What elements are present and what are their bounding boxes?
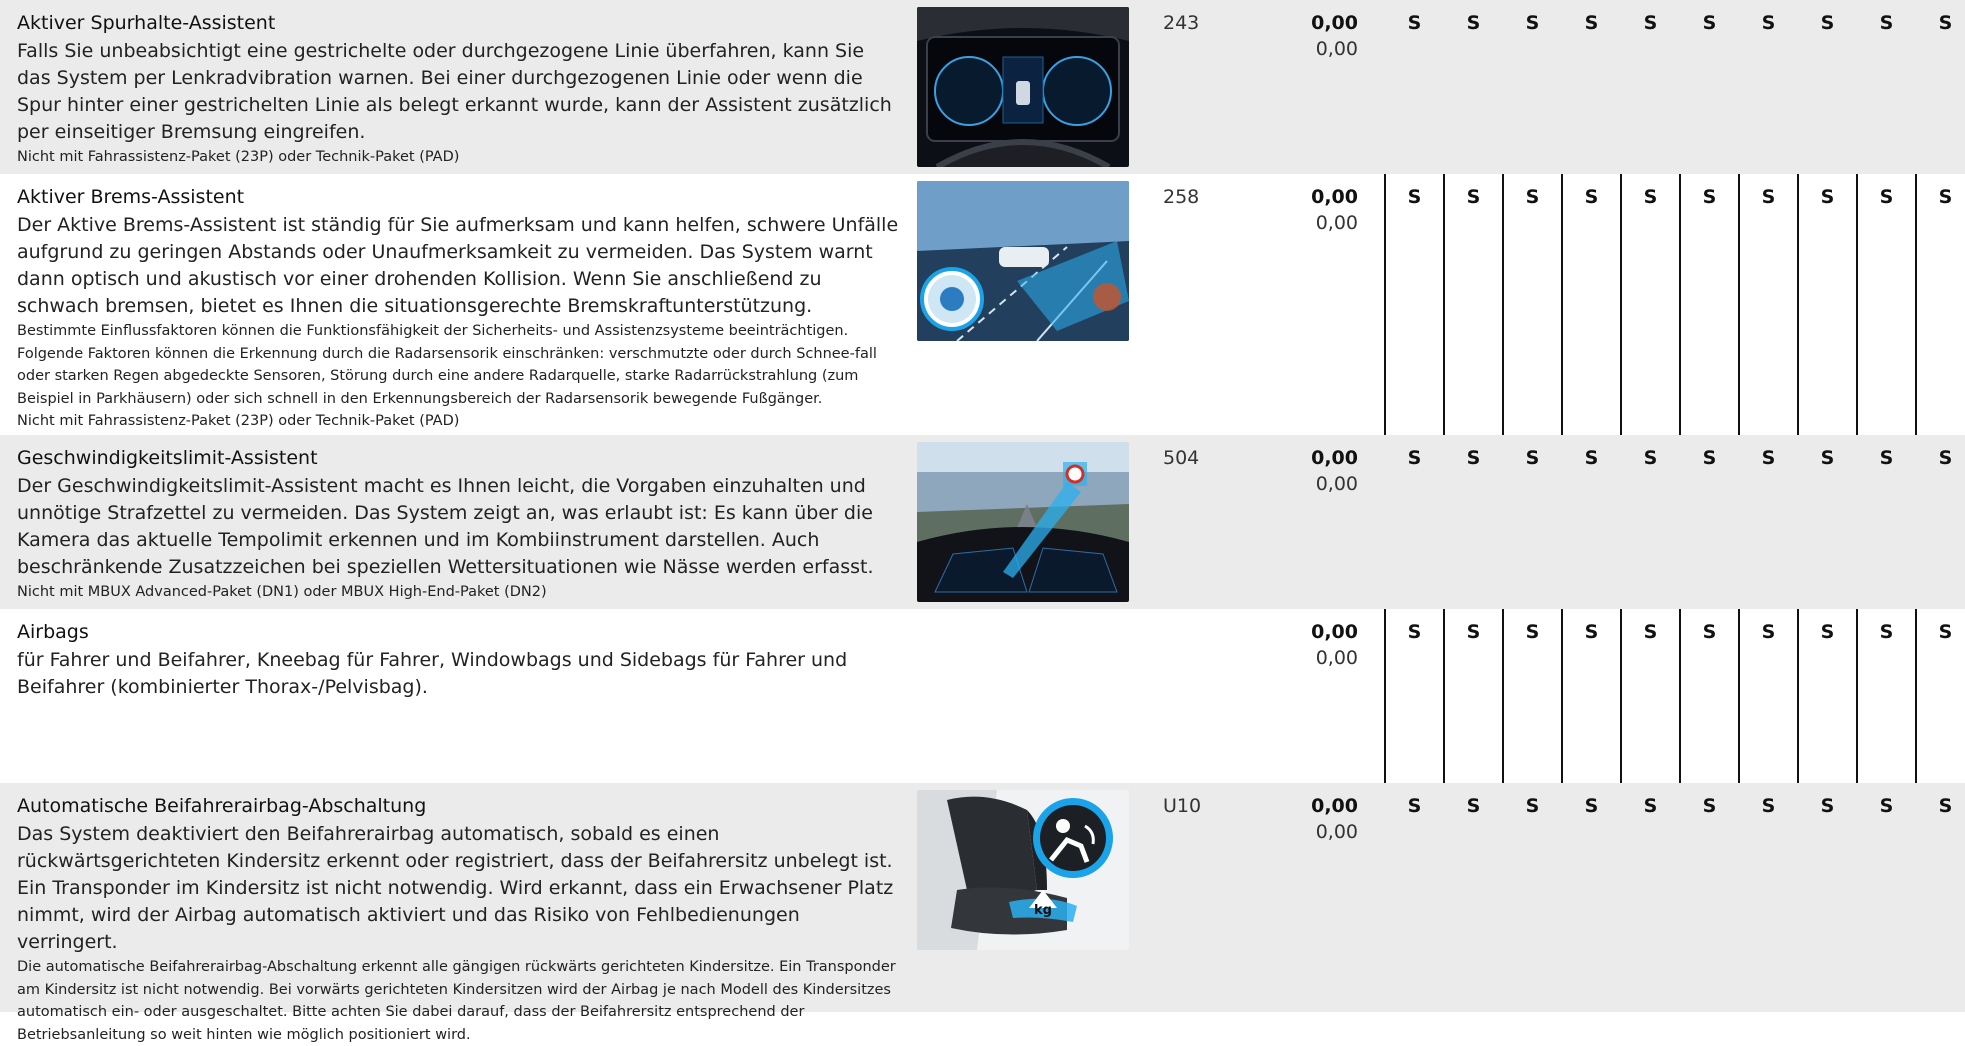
standard-mark: S (1466, 621, 1481, 643)
description-text: Das System deaktiviert den Beifahrerairb… (17, 823, 894, 953)
standard-mark: S (1584, 186, 1599, 208)
standard-mark: S (1761, 186, 1776, 208)
standard-mark: S (1761, 12, 1776, 34)
standard-mark: S (1702, 186, 1717, 208)
feature-title: Automatische Beifahrerairbag-Abschaltung (17, 795, 427, 817)
standard-mark: S (1584, 621, 1599, 643)
standard-mark: S (1820, 186, 1835, 208)
table-row: Airbags für Fahrer und Beifahrer, Kneeba… (0, 609, 1965, 783)
standard-mark: S (1820, 795, 1835, 817)
standard-mark: S (1938, 186, 1953, 208)
description-text: für Fahrer und Beifahrer, Kneebag für Fa… (17, 649, 848, 698)
standard-mark: S (1879, 447, 1894, 469)
feature-note: Die automatische Beifahrerairbag-Abschal… (17, 959, 896, 1043)
airbag-seat-image: kg (917, 790, 1129, 950)
standard-mark: S (1761, 621, 1776, 643)
price-gross: 0,00 (1315, 473, 1358, 495)
instrument-cluster-image (917, 7, 1129, 167)
standard-mark: S (1820, 621, 1835, 643)
feature-description: Der Geschwindigkeitslimit-Assistent mach… (17, 473, 902, 604)
feature-description: Der Aktive Brems-Assistent ist ständig f… (17, 212, 902, 433)
feature-note: Nicht mit MBUX Advanced-Paket (DN1) oder… (17, 584, 547, 600)
standard-mark: S (1466, 12, 1481, 34)
price-gross: 0,00 (1315, 38, 1358, 60)
description-text: Der Geschwindigkeitslimit-Assistent mach… (17, 475, 874, 578)
standard-mark: S (1702, 621, 1717, 643)
standard-mark: S (1466, 447, 1481, 469)
standard-mark: S (1702, 447, 1717, 469)
standard-mark: S (1820, 12, 1835, 34)
standard-mark: S (1466, 795, 1481, 817)
table-row: Aktiver Brems-Assistent Der Aktive Brems… (0, 174, 1965, 435)
description-text: Falls Sie unbeabsichtigt eine gestrichel… (17, 40, 892, 143)
price-gross: 0,00 (1315, 821, 1358, 843)
standard-mark: S (1525, 621, 1540, 643)
standard-mark: S (1525, 795, 1540, 817)
standard-mark: S (1584, 447, 1599, 469)
feature-title: Airbags (17, 621, 89, 643)
standard-mark: S (1643, 12, 1658, 34)
brake-assist-image (917, 181, 1129, 341)
standard-mark: S (1584, 795, 1599, 817)
feature-title: Geschwindigkeitslimit-Assistent (17, 447, 318, 469)
price-gross: 0,00 (1315, 212, 1358, 234)
feature-description: Das System deaktiviert den Beifahrerairb… (17, 821, 902, 1046)
standard-mark: S (1938, 447, 1953, 469)
weight-badge: kg (1034, 903, 1052, 918)
standard-mark: S (1879, 186, 1894, 208)
price-net: 0,00 (1311, 186, 1358, 208)
standard-mark: S (1466, 186, 1481, 208)
standard-mark: S (1702, 795, 1717, 817)
standard-mark: S (1407, 621, 1422, 643)
price-net: 0,00 (1311, 12, 1358, 34)
feature-note: Nicht mit Fahrassistenz-Paket (23P) oder… (17, 413, 460, 429)
standard-mark: S (1702, 12, 1717, 34)
feature-description: für Fahrer und Beifahrer, Kneebag für Fa… (17, 647, 902, 701)
feature-title: Aktiver Spurhalte-Assistent (17, 12, 276, 34)
standard-mark: S (1643, 447, 1658, 469)
standard-mark: S (1938, 621, 1953, 643)
standard-mark: S (1525, 186, 1540, 208)
standard-mark: S (1879, 795, 1894, 817)
standard-mark: S (1761, 795, 1776, 817)
standard-mark: S (1643, 795, 1658, 817)
price-net: 0,00 (1311, 795, 1358, 817)
speed-limit-image (917, 442, 1129, 602)
option-code: U10 (1163, 795, 1202, 817)
table-row: Automatische Beifahrerairbag-Abschaltung… (0, 783, 1965, 1043)
standard-mark: S (1879, 621, 1894, 643)
option-code: 243 (1163, 12, 1200, 34)
standard-mark: S (1525, 447, 1540, 469)
option-code: 504 (1163, 447, 1200, 469)
standard-mark: S (1879, 12, 1894, 34)
price-gross: 0,00 (1315, 647, 1358, 669)
table-row: Aktiver Spurhalte-Assistent Falls Sie un… (0, 0, 1965, 174)
price-net: 0,00 (1311, 621, 1358, 643)
standard-mark: S (1407, 795, 1422, 817)
standard-mark: S (1643, 621, 1658, 643)
standard-mark: S (1525, 12, 1540, 34)
feature-title: Aktiver Brems-Assistent (17, 186, 245, 208)
standard-mark: S (1407, 447, 1422, 469)
standard-mark: S (1407, 12, 1422, 34)
option-code: 258 (1163, 186, 1200, 208)
standard-mark: S (1407, 186, 1422, 208)
standard-mark: S (1761, 447, 1776, 469)
standard-mark: S (1938, 795, 1953, 817)
feature-note: Bestimmte Einflussfaktoren können die Fu… (17, 323, 877, 407)
price-net: 0,00 (1311, 447, 1358, 469)
description-text: Der Aktive Brems-Assistent ist ständig f… (17, 214, 899, 317)
standard-mark: S (1584, 12, 1599, 34)
standard-mark: S (1938, 12, 1953, 34)
feature-note: Nicht mit Fahrassistenz-Paket (23P) oder… (17, 149, 460, 165)
standard-mark: S (1643, 186, 1658, 208)
standard-mark: S (1820, 447, 1835, 469)
table-row: Geschwindigkeitslimit-Assistent Der Gesc… (0, 435, 1965, 609)
feature-description: Falls Sie unbeabsichtigt eine gestrichel… (17, 38, 902, 169)
